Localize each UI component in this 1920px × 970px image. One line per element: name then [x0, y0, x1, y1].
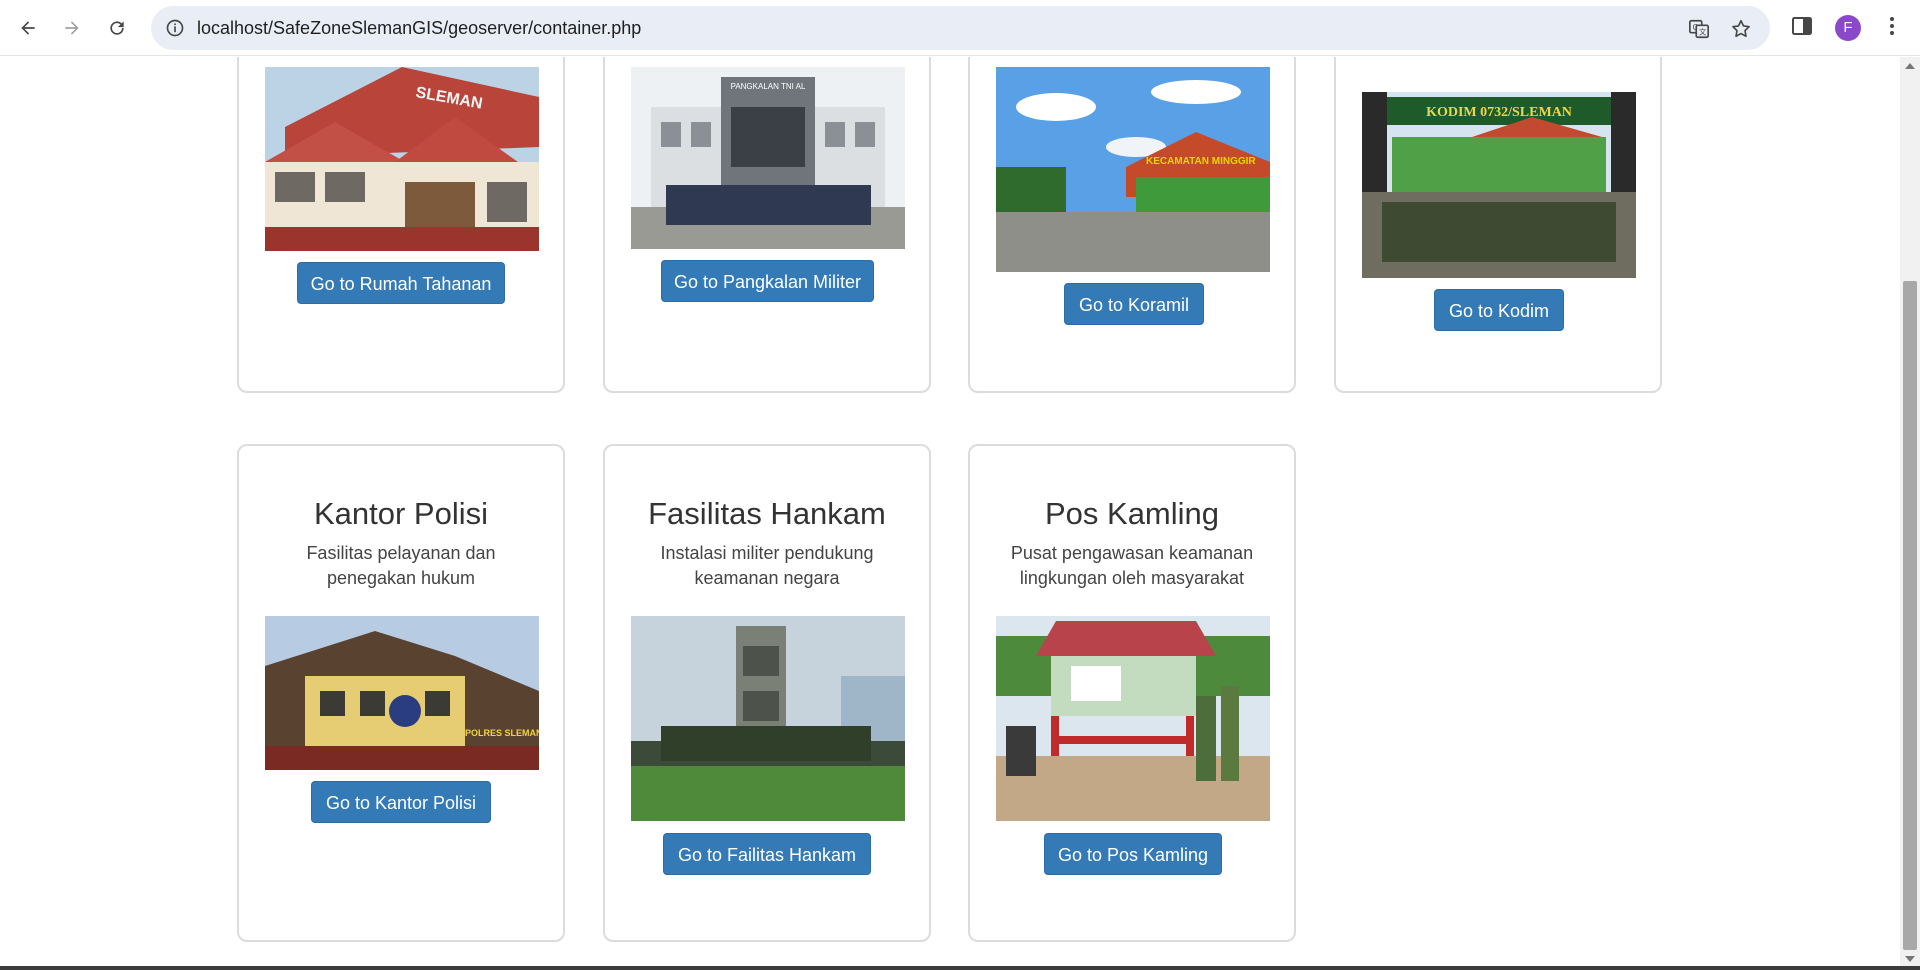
go-to-rumah-tahanan-button[interactable]: Go to Rumah Tahanan	[297, 262, 505, 304]
pos-kamling-photo	[996, 616, 1270, 821]
back-button[interactable]	[12, 12, 44, 44]
address-bar[interactable]: localhost/SafeZoneSlemanGIS/geoserver/co…	[151, 6, 1770, 50]
koramil-sign: KECAMATAN MINGGIR	[1146, 156, 1256, 167]
page-content: SLEMAN Go to Rumah Tahanan PANGKALAN TNI…	[0, 57, 1900, 970]
card-fasilitas-hankam-description: Instalasi militer pendukung keamanan neg…	[660, 543, 874, 588]
card-pos-kamling-title: Pos Kamling	[1044, 496, 1220, 531]
card-rumah-tahanan: SLEMAN Go to Rumah Tahanan	[237, 57, 565, 393]
card-kantor-polisi: Kantor Polisi Fasilitas pelayanan dan pe…	[237, 444, 565, 942]
kodim-sign: KODIM 0732/SLEMAN	[1426, 105, 1572, 120]
url-text: localhost/SafeZoneSlemanGIS/geoserver/co…	[197, 18, 642, 38]
scroll-up-arrow-icon[interactable]	[1905, 63, 1915, 69]
arrow-left-icon	[21, 21, 35, 35]
side-panel-icon[interactable]	[1790, 14, 1814, 38]
reload-icon	[110, 21, 124, 35]
kebab-menu-icon[interactable]	[1880, 14, 1904, 38]
profile-avatar[interactable]: F	[1835, 15, 1861, 41]
koramil-photo: KECAMATAN MINGGIR	[996, 67, 1270, 272]
reload-button[interactable]	[101, 12, 133, 44]
go-to-fasilitas-hankam-button[interactable]: Go to Failitas Hankam	[663, 833, 871, 875]
scroll-down-arrow-icon[interactable]	[1905, 956, 1915, 962]
kodim-photo: KODIM 0732/SLEMAN	[1362, 92, 1636, 278]
go-to-kantor-polisi-button[interactable]: Go to Kantor Polisi	[311, 781, 491, 823]
scrollbar-thumb[interactable]	[1903, 281, 1917, 950]
window-bottom-edge	[0, 966, 1920, 970]
rumah-tahanan-photo: SLEMAN	[265, 67, 539, 251]
fasilitas-hankam-photo	[631, 616, 905, 821]
card-kantor-polisi-title: Kantor Polisi	[313, 496, 489, 531]
card-kantor-polisi-description: Fasilitas pelayanan dan penegakan hukum	[306, 543, 496, 588]
star-icon[interactable]	[1730, 18, 1752, 40]
forward-button[interactable]	[56, 12, 88, 44]
card-pos-kamling-description: Pusat pengawasan keamanan lingkungan ole…	[1010, 543, 1254, 588]
translate-icon[interactable]: G文	[1688, 18, 1710, 40]
go-to-koramil-button[interactable]: Go to Koramil	[1064, 283, 1204, 325]
polres-sign: POLRES SLEMAN	[465, 728, 539, 738]
card-pangkalan-militer: PANGKALAN TNI AL Go to Pangkalan Militer	[603, 57, 931, 393]
pangkalan-sign: PANGKALAN TNI AL	[731, 82, 806, 91]
svg-text:文: 文	[1699, 28, 1707, 37]
go-to-kodim-button[interactable]: Go to Kodim	[1434, 289, 1564, 331]
card-kodim-description: wilayah	[1370, 57, 1626, 58]
kantor-polisi-photo: POLRES SLEMAN	[265, 616, 539, 770]
card-fasilitas-hankam-title: Fasilitas Hankam	[648, 496, 886, 531]
browser-toolbar: localhost/SafeZoneSlemanGIS/geoserver/co…	[0, 0, 1920, 56]
info-icon[interactable]	[165, 18, 185, 38]
go-to-pos-kamling-button[interactable]: Go to Pos Kamling	[1044, 833, 1222, 875]
card-koramil: KECAMATAN MINGGIR Go to Koramil	[968, 57, 1296, 393]
arrow-right-icon	[65, 21, 79, 35]
card-fasilitas-hankam: Fasilitas Hankam Instalasi militer pendu…	[603, 444, 931, 942]
go-to-pangkalan-militer-button[interactable]: Go to Pangkalan Militer	[661, 260, 874, 302]
card-pos-kamling: Pos Kamling Pusat pengawasan keamanan li…	[968, 444, 1296, 942]
card-kodim: wilayah KODIM 0732/SLEMAN Go to Kodim	[1334, 57, 1662, 393]
vertical-scrollbar[interactable]	[1900, 57, 1920, 970]
pangkalan-militer-photo: PANGKALAN TNI AL	[631, 67, 905, 249]
